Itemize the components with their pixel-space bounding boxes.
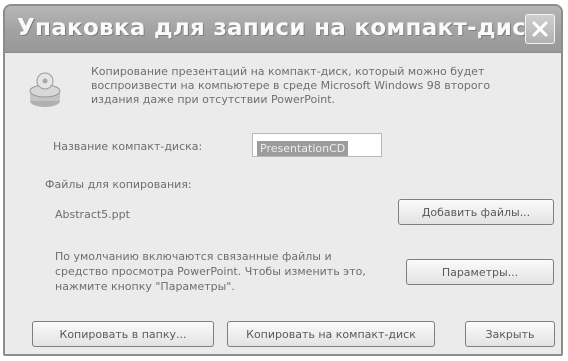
cd-name-value: PresentationCD <box>257 141 349 156</box>
title-close-button[interactable] <box>525 14 555 44</box>
dialog-title: Упаковка для записи на компакт-диск <box>17 15 543 41</box>
description-text: Копирование презентаций на компакт-диск,… <box>91 65 491 106</box>
options-button[interactable]: Параметры... <box>406 259 554 285</box>
close-button[interactable]: Закрыть <box>465 321 555 347</box>
options-note-text: По умолчанию включаются связанные файлы … <box>55 250 366 293</box>
dialog-content: Копирование презентаций на компакт-диск,… <box>5 53 561 354</box>
add-files-button[interactable]: Добавить файлы... <box>398 199 554 225</box>
copy-to-cd-button[interactable]: Копировать на компакт-диск <box>227 321 435 347</box>
cd-name-label: Название компакт-диска: <box>53 140 203 153</box>
cd-name-input[interactable]: PresentationCD <box>252 133 382 157</box>
cd-icon <box>29 72 61 107</box>
file-list-item[interactable]: Abstract5.ppt <box>55 208 130 221</box>
close-icon <box>532 21 548 37</box>
copy-to-folder-button[interactable]: Копировать в папку... <box>32 321 214 347</box>
files-to-copy-label: Файлы для копирования: <box>45 178 192 191</box>
title-bar: Упаковка для записи на компакт-диск <box>5 6 561 53</box>
package-for-cd-dialog: Упаковка для записи на компакт-диск Копи… <box>3 4 563 356</box>
